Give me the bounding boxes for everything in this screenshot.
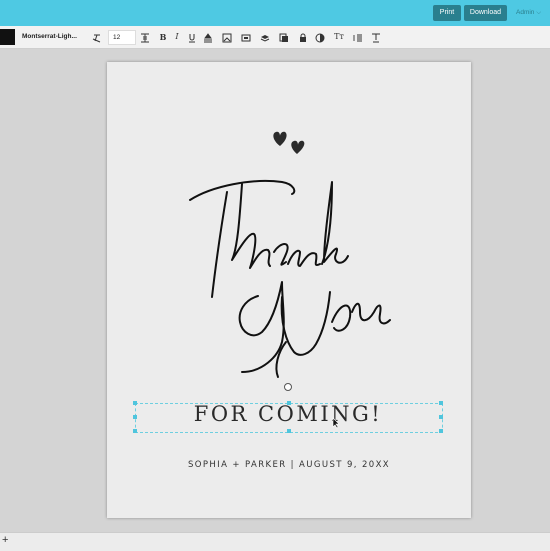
line-height-icon[interactable]: [140, 31, 150, 43]
clear-format-icon[interactable]: [92, 31, 102, 43]
hearts-icon[interactable]: [270, 128, 308, 163]
align-icon[interactable]: [203, 31, 213, 43]
resize-handle-bottom[interactable]: [287, 429, 291, 433]
print-button[interactable]: Print: [433, 5, 461, 21]
mouse-cursor-icon: [332, 417, 340, 429]
layers-icon[interactable]: [260, 31, 270, 43]
font-family-select[interactable]: Montserrat-Ligh...: [19, 30, 88, 44]
italic-button[interactable]: I: [172, 31, 182, 43]
opacity-icon[interactable]: [315, 31, 325, 43]
card-page[interactable]: FOR COMING! SOPHIA + PARKER | AUGUST 9, …: [107, 62, 471, 518]
list-icon[interactable]: [353, 31, 363, 43]
text-color-swatch[interactable]: [0, 29, 15, 45]
font-size-input[interactable]: 12: [108, 30, 136, 45]
bottom-bar: +: [0, 532, 550, 551]
copy-icon[interactable]: [279, 31, 289, 43]
underline-icon[interactable]: [187, 31, 197, 43]
format-toolbar: Montserrat-Ligh... 12 B I Tт: [0, 26, 550, 49]
text-spacing-icon[interactable]: [371, 31, 381, 43]
resize-handle-bottom-left[interactable]: [133, 429, 137, 433]
top-bar: Print Download Admin ⌵: [0, 0, 550, 26]
crop-icon[interactable]: [241, 31, 251, 43]
names-date-text[interactable]: SOPHIA + PARKER | AUGUST 9, 20XX: [107, 460, 471, 470]
resize-handle-bottom-right[interactable]: [439, 429, 443, 433]
rotate-handle-icon[interactable]: [284, 383, 292, 391]
for-coming-text[interactable]: FOR COMING!: [135, 402, 441, 426]
bold-button[interactable]: B: [158, 31, 168, 43]
lock-icon[interactable]: [298, 31, 308, 43]
add-page-button[interactable]: +: [2, 534, 8, 546]
text-style-button[interactable]: Tт: [333, 31, 345, 43]
image-icon[interactable]: [222, 31, 232, 43]
download-button[interactable]: Download: [464, 5, 507, 21]
admin-menu[interactable]: Admin ⌵: [516, 5, 541, 21]
thank-you-script[interactable]: [182, 172, 392, 387]
